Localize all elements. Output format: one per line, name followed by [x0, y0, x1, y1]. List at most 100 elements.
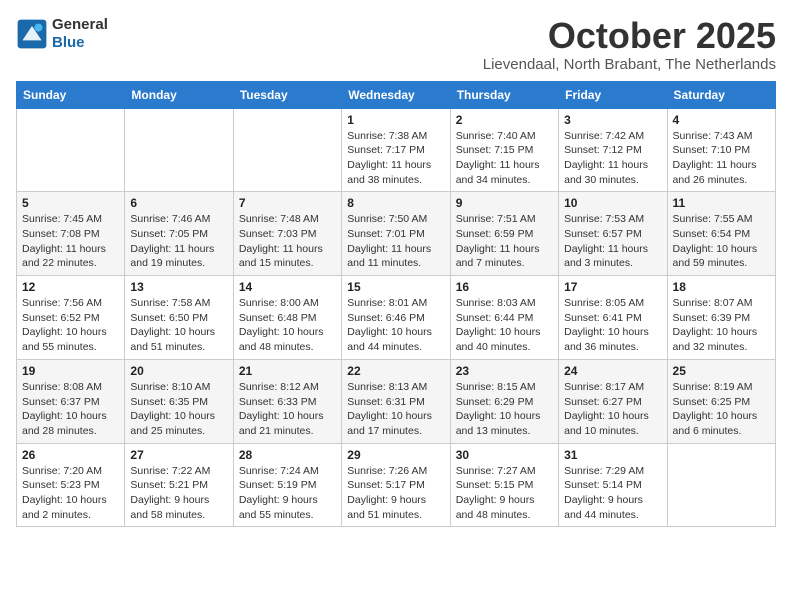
- day-info: Sunrise: 7:43 AM Sunset: 7:10 PM Dayligh…: [673, 129, 770, 188]
- weekday-header-tuesday: Tuesday: [233, 81, 341, 108]
- calendar-header-row: SundayMondayTuesdayWednesdayThursdayFrid…: [17, 81, 776, 108]
- day-number: 30: [456, 448, 553, 462]
- calendar-week-row: 1 Sunrise: 7:38 AM Sunset: 7:17 PM Daylig…: [17, 108, 776, 192]
- weekday-header-saturday: Saturday: [667, 81, 775, 108]
- calendar-cell: [667, 443, 775, 527]
- day-info: Sunrise: 7:48 AM Sunset: 7:03 PM Dayligh…: [239, 212, 336, 271]
- day-info: Sunrise: 7:20 AM Sunset: 5:23 PM Dayligh…: [22, 464, 119, 523]
- calendar-cell: 13Sunrise: 7:58 AM Sunset: 6:50 PM Dayli…: [125, 276, 233, 360]
- day-number: 16: [456, 280, 553, 294]
- calendar-cell: 12Sunrise: 7:56 AM Sunset: 6:52 PM Dayli…: [17, 276, 125, 360]
- day-info: Sunrise: 8:12 AM Sunset: 6:33 PM Dayligh…: [239, 380, 336, 439]
- month-title: October 2025: [483, 16, 776, 56]
- day-info: Sunrise: 8:10 AM Sunset: 6:35 PM Dayligh…: [130, 380, 227, 439]
- calendar-cell: [233, 108, 341, 192]
- day-number: 1: [347, 113, 444, 127]
- day-number: 23: [456, 364, 553, 378]
- day-info: Sunrise: 7:27 AM Sunset: 5:15 PM Dayligh…: [456, 464, 553, 523]
- logo: General Blue: [16, 16, 108, 52]
- day-number: 27: [130, 448, 227, 462]
- calendar-cell: 18Sunrise: 8:07 AM Sunset: 6:39 PM Dayli…: [667, 276, 775, 360]
- day-number: 21: [239, 364, 336, 378]
- calendar-cell: 8Sunrise: 7:50 AM Sunset: 7:01 PM Daylig…: [342, 192, 450, 276]
- day-info: Sunrise: 8:19 AM Sunset: 6:25 PM Dayligh…: [673, 380, 770, 439]
- calendar-cell: 27 Sunrise: 7:22 AM Sunset: 5:21 PM Dayli…: [125, 443, 233, 527]
- logo-icon: [16, 18, 48, 50]
- day-info: Sunrise: 7:46 AM Sunset: 7:05 PM Dayligh…: [130, 212, 227, 271]
- page-header: General Blue October 2025 Lievendaal, No…: [16, 16, 776, 73]
- calendar-week-row: 26 Sunrise: 7:20 AM Sunset: 5:23 PM Dayli…: [17, 443, 776, 527]
- calendar-table: SundayMondayTuesdayWednesdayThursdayFrid…: [16, 81, 776, 528]
- day-info: Sunrise: 7:51 AM Sunset: 6:59 PM Dayligh…: [456, 212, 553, 271]
- day-number: 5: [22, 196, 119, 210]
- calendar-cell: 23Sunrise: 8:15 AM Sunset: 6:29 PM Dayli…: [450, 359, 558, 443]
- calendar-cell: 5Sunrise: 7:45 AM Sunset: 7:08 PM Daylig…: [17, 192, 125, 276]
- day-info: Sunrise: 7:53 AM Sunset: 6:57 PM Dayligh…: [564, 212, 661, 271]
- day-info: Sunrise: 7:22 AM Sunset: 5:21 PM Dayligh…: [130, 464, 227, 523]
- calendar-cell: 1 Sunrise: 7:38 AM Sunset: 7:17 PM Daylig…: [342, 108, 450, 192]
- calendar-cell: 3 Sunrise: 7:42 AM Sunset: 7:12 PM Daylig…: [559, 108, 667, 192]
- day-number: 20: [130, 364, 227, 378]
- calendar-week-row: 12Sunrise: 7:56 AM Sunset: 6:52 PM Dayli…: [17, 276, 776, 360]
- calendar-cell: 7Sunrise: 7:48 AM Sunset: 7:03 PM Daylig…: [233, 192, 341, 276]
- weekday-header-wednesday: Wednesday: [342, 81, 450, 108]
- day-number: 19: [22, 364, 119, 378]
- day-number: 3: [564, 113, 661, 127]
- day-info: Sunrise: 7:26 AM Sunset: 5:17 PM Dayligh…: [347, 464, 444, 523]
- calendar-cell: 22 Sunrise: 8:13 AM Sunset: 6:31 PM Dayli…: [342, 359, 450, 443]
- day-info: Sunrise: 8:05 AM Sunset: 6:41 PM Dayligh…: [564, 296, 661, 355]
- calendar-cell: 24 Sunrise: 8:17 AM Sunset: 6:27 PM Dayli…: [559, 359, 667, 443]
- day-number: 26: [22, 448, 119, 462]
- calendar-cell: 25 Sunrise: 8:19 AM Sunset: 6:25 PM Dayli…: [667, 359, 775, 443]
- day-number: 22: [347, 364, 444, 378]
- calendar-cell: 26 Sunrise: 7:20 AM Sunset: 5:23 PM Dayli…: [17, 443, 125, 527]
- weekday-header-monday: Monday: [125, 81, 233, 108]
- day-info: Sunrise: 8:07 AM Sunset: 6:39 PM Dayligh…: [673, 296, 770, 355]
- day-number: 24: [564, 364, 661, 378]
- day-info: Sunrise: 8:00 AM Sunset: 6:48 PM Dayligh…: [239, 296, 336, 355]
- day-number: 4: [673, 113, 770, 127]
- day-number: 6: [130, 196, 227, 210]
- day-number: 14: [239, 280, 336, 294]
- calendar-week-row: 19Sunrise: 8:08 AM Sunset: 6:37 PM Dayli…: [17, 359, 776, 443]
- day-number: 31: [564, 448, 661, 462]
- day-number: 9: [456, 196, 553, 210]
- day-info: Sunrise: 7:38 AM Sunset: 7:17 PM Dayligh…: [347, 129, 444, 188]
- day-number: 17: [564, 280, 661, 294]
- calendar-cell: 10 Sunrise: 7:53 AM Sunset: 6:57 PM Dayli…: [559, 192, 667, 276]
- weekday-header-thursday: Thursday: [450, 81, 558, 108]
- day-info: Sunrise: 8:03 AM Sunset: 6:44 PM Dayligh…: [456, 296, 553, 355]
- calendar-cell: 15 Sunrise: 8:01 AM Sunset: 6:46 PM Dayli…: [342, 276, 450, 360]
- day-number: 10: [564, 196, 661, 210]
- calendar-cell: 14 Sunrise: 8:00 AM Sunset: 6:48 PM Dayli…: [233, 276, 341, 360]
- day-info: Sunrise: 7:50 AM Sunset: 7:01 PM Dayligh…: [347, 212, 444, 271]
- calendar-cell: [17, 108, 125, 192]
- day-number: 2: [456, 113, 553, 127]
- weekday-header-sunday: Sunday: [17, 81, 125, 108]
- weekday-header-friday: Friday: [559, 81, 667, 108]
- calendar-cell: 4 Sunrise: 7:43 AM Sunset: 7:10 PM Daylig…: [667, 108, 775, 192]
- day-number: 25: [673, 364, 770, 378]
- calendar-cell: 6 Sunrise: 7:46 AM Sunset: 7:05 PM Daylig…: [125, 192, 233, 276]
- day-info: Sunrise: 7:40 AM Sunset: 7:15 PM Dayligh…: [456, 129, 553, 188]
- calendar-cell: 31 Sunrise: 7:29 AM Sunset: 5:14 PM Dayli…: [559, 443, 667, 527]
- calendar-week-row: 5Sunrise: 7:45 AM Sunset: 7:08 PM Daylig…: [17, 192, 776, 276]
- calendar-cell: [125, 108, 233, 192]
- calendar-cell: 28Sunrise: 7:24 AM Sunset: 5:19 PM Dayli…: [233, 443, 341, 527]
- day-info: Sunrise: 7:24 AM Sunset: 5:19 PM Dayligh…: [239, 464, 336, 523]
- day-info: Sunrise: 7:42 AM Sunset: 7:12 PM Dayligh…: [564, 129, 661, 188]
- day-number: 13: [130, 280, 227, 294]
- location-title: Lievendaal, North Brabant, The Netherlan…: [483, 56, 776, 73]
- day-info: Sunrise: 8:17 AM Sunset: 6:27 PM Dayligh…: [564, 380, 661, 439]
- calendar-cell: 29 Sunrise: 7:26 AM Sunset: 5:17 PM Dayli…: [342, 443, 450, 527]
- calendar-cell: 30 Sunrise: 7:27 AM Sunset: 5:15 PM Dayli…: [450, 443, 558, 527]
- calendar-cell: 21 Sunrise: 8:12 AM Sunset: 6:33 PM Dayli…: [233, 359, 341, 443]
- day-info: Sunrise: 8:01 AM Sunset: 6:46 PM Dayligh…: [347, 296, 444, 355]
- day-number: 15: [347, 280, 444, 294]
- day-info: Sunrise: 7:29 AM Sunset: 5:14 PM Dayligh…: [564, 464, 661, 523]
- day-info: Sunrise: 8:13 AM Sunset: 6:31 PM Dayligh…: [347, 380, 444, 439]
- calendar-cell: 9 Sunrise: 7:51 AM Sunset: 6:59 PM Daylig…: [450, 192, 558, 276]
- day-number: 29: [347, 448, 444, 462]
- calendar-cell: 20 Sunrise: 8:10 AM Sunset: 6:35 PM Dayli…: [125, 359, 233, 443]
- day-info: Sunrise: 7:55 AM Sunset: 6:54 PM Dayligh…: [673, 212, 770, 271]
